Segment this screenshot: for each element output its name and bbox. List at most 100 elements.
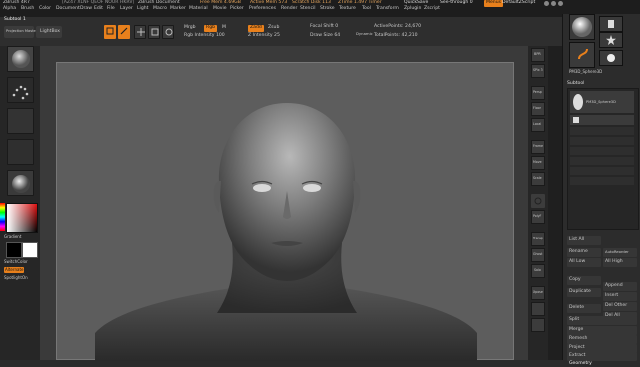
texture-selector[interactable]: [7, 139, 34, 165]
menu-item[interactable]: Transform: [376, 6, 399, 12]
subtool-item[interactable]: [570, 157, 634, 165]
subtool-item[interactable]: [570, 167, 634, 175]
menu-item[interactable]: Brush: [21, 6, 34, 12]
menu-item[interactable]: Stencil: [300, 6, 316, 12]
floor-button[interactable]: Floor: [531, 102, 545, 116]
projection-master-button[interactable]: Projection Master: [4, 26, 37, 38]
menu-item[interactable]: Texture: [339, 6, 356, 12]
z-intensity-slider[interactable]: Z Intensity 25: [248, 33, 280, 39]
move-button[interactable]: [134, 25, 146, 39]
move-view-button[interactable]: Move: [531, 156, 545, 170]
switch-color-button[interactable]: SwitchColor: [4, 260, 28, 264]
menu-item[interactable]: Zplugin: [404, 6, 421, 12]
rotate-view-button[interactable]: [531, 194, 545, 208]
lightbox-button[interactable]: LightBox: [36, 26, 62, 38]
alpha-selector[interactable]: [7, 108, 34, 134]
menu-item[interactable]: Draw: [80, 6, 92, 12]
m-button[interactable]: M: [222, 25, 226, 31]
current-tool-thumbnail[interactable]: [569, 14, 595, 40]
minimize-icon[interactable]: [551, 1, 556, 6]
shelf-button[interactable]: [531, 318, 545, 332]
subtool-item-active[interactable]: PM3D_Sphere3D: [570, 91, 634, 113]
merge-button[interactable]: Merge: [567, 326, 637, 335]
zsub-button[interactable]: Zsub: [268, 25, 279, 31]
rename-button[interactable]: Rename: [567, 248, 601, 257]
duplicate-button[interactable]: Duplicate: [567, 288, 601, 297]
insert-button[interactable]: Insert: [603, 292, 637, 301]
frame-button[interactable]: Frame: [531, 140, 545, 154]
geometry-header[interactable]: Geometry: [569, 361, 592, 367]
del-other-button[interactable]: Del Other: [603, 302, 637, 311]
scale-view-button[interactable]: Scale: [531, 172, 545, 186]
menu-item[interactable]: Render: [281, 6, 297, 12]
rgb-button[interactable]: Rgb: [204, 25, 218, 32]
copy-button[interactable]: Copy: [567, 276, 601, 285]
scale-button[interactable]: [148, 25, 160, 39]
rgb-intensity-slider[interactable]: Rgb Intensity 100: [184, 33, 225, 39]
spotlight-button[interactable]: SpotlightOn: [4, 276, 28, 280]
brush-selector[interactable]: [7, 46, 34, 72]
solo-button[interactable]: Solo: [531, 264, 545, 278]
rotate-button[interactable]: [162, 25, 174, 39]
menu-item[interactable]: Zscript: [424, 6, 440, 12]
menu-item[interactable]: Preferences: [249, 6, 276, 12]
xpose-button[interactable]: Xpose: [531, 286, 545, 300]
menu-item[interactable]: Document: [56, 6, 80, 12]
draw-button[interactable]: [118, 25, 130, 39]
tool-slot[interactable]: [569, 42, 595, 68]
subtool-item[interactable]: [570, 177, 634, 185]
local-button[interactable]: Local: [531, 118, 545, 132]
transp-button[interactable]: Transp: [531, 232, 545, 246]
tool-slot[interactable]: [599, 32, 623, 48]
tool-slot[interactable]: [599, 50, 623, 66]
gradient-label[interactable]: Gradient: [4, 235, 21, 239]
see-through-slider[interactable]: See-through 0: [440, 0, 473, 6]
menu-item[interactable]: Material: [189, 6, 208, 12]
delete-button[interactable]: Delete: [567, 304, 601, 313]
viewport-canvas[interactable]: [56, 62, 515, 361]
auto-reorder-button[interactable]: AutoReorder: [603, 248, 637, 257]
tool-slot[interactable]: [599, 16, 623, 32]
menus-button[interactable]: Menus: [484, 0, 504, 7]
menu-item[interactable]: Stroke: [320, 6, 335, 12]
alternate-button[interactable]: Alternate: [4, 267, 25, 273]
menu-item[interactable]: Edit: [94, 6, 103, 12]
close-icon[interactable]: [558, 1, 563, 6]
mrgb-button[interactable]: Mrgb: [184, 25, 196, 31]
quicksave-button[interactable]: QuickSave: [404, 0, 428, 6]
subtool-item[interactable]: [570, 137, 634, 145]
menu-item[interactable]: Macro: [153, 6, 167, 12]
subtool-header[interactable]: Subtool: [567, 81, 584, 87]
persp-button[interactable]: Persp: [531, 86, 545, 100]
menu-item[interactable]: Alpha: [3, 6, 16, 12]
shelf-button[interactable]: [531, 302, 545, 316]
stroke-selector[interactable]: [7, 77, 34, 103]
menu-item[interactable]: Tool: [362, 6, 371, 12]
subtool-item[interactable]: [570, 147, 634, 155]
menu-item[interactable]: Marker: [170, 6, 186, 12]
list-all-button[interactable]: List All: [567, 236, 601, 245]
subtool-item[interactable]: [570, 127, 634, 135]
bpr-button[interactable]: BPR: [531, 48, 545, 62]
all-high-button[interactable]: All High: [603, 258, 637, 267]
spix-button[interactable]: SPix 3: [531, 64, 545, 78]
ghost-button[interactable]: Ghost: [531, 248, 545, 262]
default-zscript-button[interactable]: DefaultZScript: [502, 0, 535, 6]
subtool-item[interactable]: [570, 115, 634, 125]
all-low-button[interactable]: All Low: [567, 258, 601, 267]
remesh-button[interactable]: Remesh: [567, 335, 637, 344]
zadd-button[interactable]: Zadd: [248, 25, 264, 32]
focal-shift-slider[interactable]: Focal Shift 0: [310, 24, 338, 30]
help-icon[interactable]: [544, 1, 549, 6]
menu-item[interactable]: Light: [137, 6, 148, 12]
menu-item[interactable]: Color: [39, 6, 51, 12]
dynamic-button[interactable]: Dynamic: [356, 32, 373, 36]
split-button[interactable]: Split: [567, 316, 637, 325]
append-button[interactable]: Append: [603, 282, 637, 291]
edit-button[interactable]: [104, 25, 116, 39]
menu-item[interactable]: Movie: [213, 6, 227, 12]
hue-slider[interactable]: [0, 203, 5, 231]
menu-item[interactable]: Layer: [120, 6, 133, 12]
menu-item[interactable]: File: [107, 6, 115, 12]
head-model[interactable]: [57, 63, 515, 361]
